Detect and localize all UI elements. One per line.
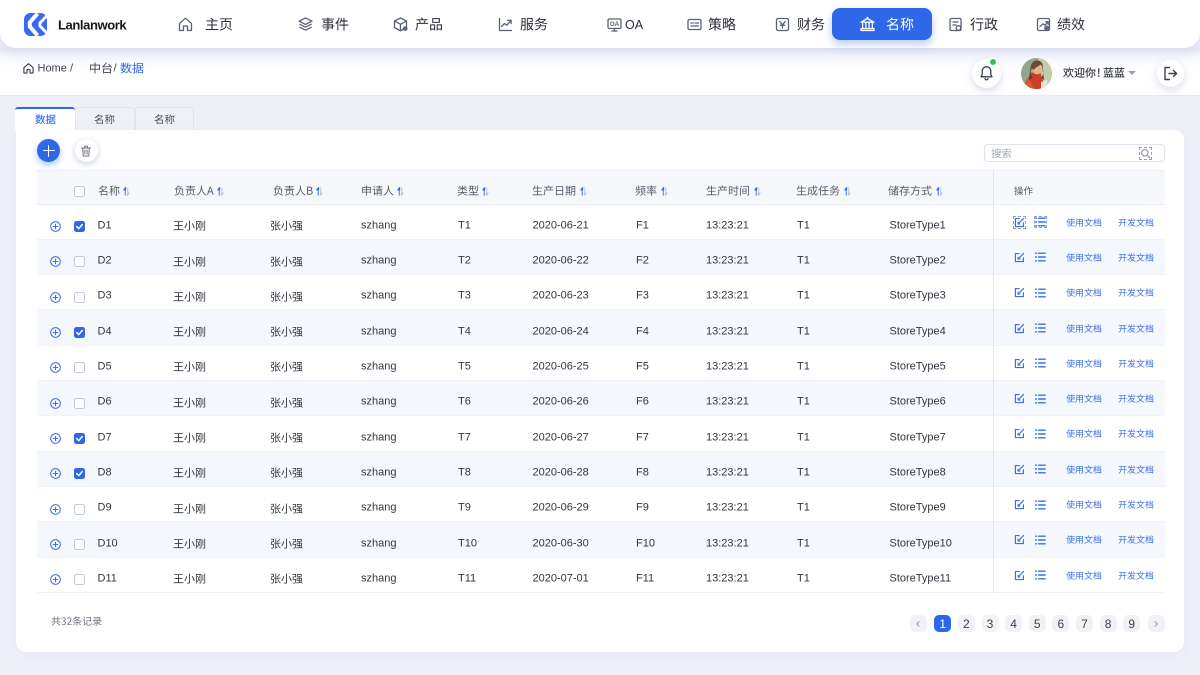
svg-text:OA: OA: [610, 21, 620, 28]
